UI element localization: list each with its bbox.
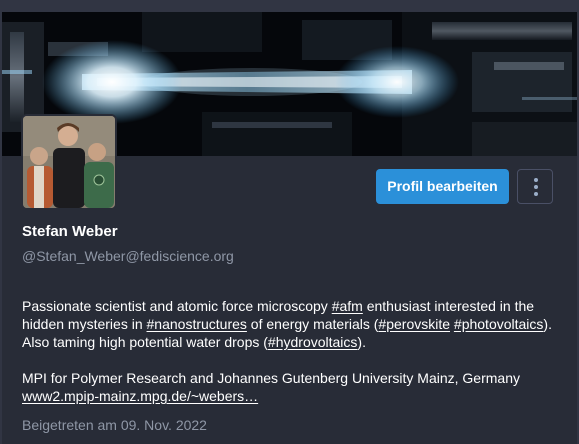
joined-date: Beigetreten am 09. Nov. 2022	[22, 417, 207, 433]
hashtag-afm-link[interactable]: #afm	[332, 298, 363, 314]
profile-card: Profil bearbeiten Stefan Weber @Stefan_W…	[0, 0, 579, 444]
website-link[interactable]: www2.mpip-mainz.mpg.de/~webers…	[22, 388, 258, 404]
hashtag-photovoltaics-link[interactable]: #photovoltaics	[454, 316, 544, 332]
top-edge	[0, 0, 579, 12]
affiliation-paragraph: MPI for Polymer Research and Johannes Gu…	[22, 369, 562, 405]
bio-text: of energy materials (	[246, 316, 379, 332]
bio-text: ).	[357, 334, 366, 350]
hashtag-nanostructures-link[interactable]: #nanostructures	[147, 316, 247, 332]
bio-text: Passionate scientist and atomic force mi…	[22, 298, 332, 314]
display-name: Stefan Weber	[22, 223, 118, 240]
bio-paragraph: Passionate scientist and atomic force mi…	[22, 297, 562, 351]
account-handle: @Stefan_Weber@fediscience.org	[22, 248, 234, 264]
profile-bio: Passionate scientist and atomic force mi…	[22, 297, 562, 405]
hashtag-hydrovoltaics-link[interactable]: #hydrovoltaics	[268, 334, 358, 350]
more-options-button[interactable]	[517, 169, 553, 204]
avatar[interactable]	[21, 114, 117, 210]
affiliation-text: MPI for Polymer Research and Johannes Gu…	[22, 370, 520, 386]
hashtag-perovskite-link[interactable]: #perovskite	[378, 316, 450, 332]
edit-profile-button[interactable]: Profil bearbeiten	[376, 169, 509, 204]
